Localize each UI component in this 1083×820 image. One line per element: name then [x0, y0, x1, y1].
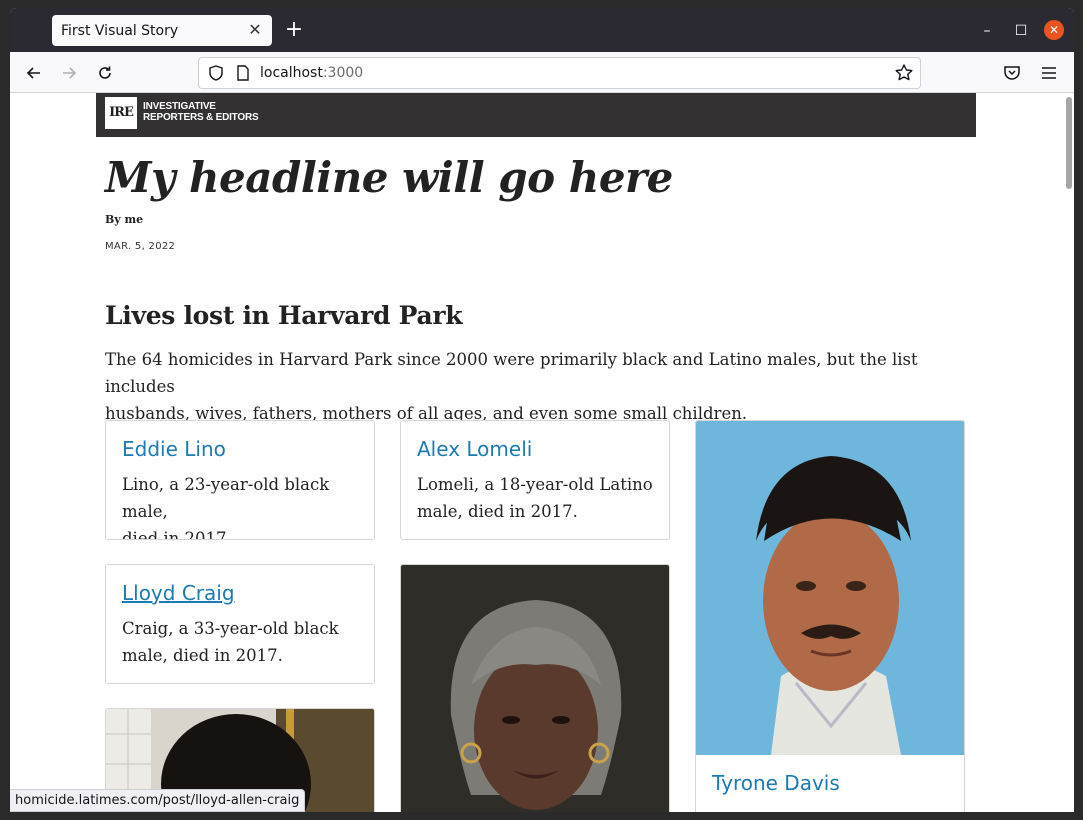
byline: By me [105, 213, 144, 226]
close-tab-icon[interactable]: ✕ [244, 19, 266, 41]
headline: My headline will go here [105, 153, 673, 202]
tab-strip: First Visual Story ✕ + – ☐ ✕ [10, 8, 1074, 52]
minimize-icon[interactable]: – [976, 20, 998, 42]
star-icon[interactable] [894, 63, 914, 83]
victim-name-link[interactable]: Eddie Lino [122, 437, 226, 461]
hamburger-menu-icon[interactable] [1040, 64, 1058, 82]
navigation-toolbar: localhost:3000 [10, 52, 1074, 93]
victim-photo[interactable] [401, 565, 670, 812]
url-host: localhost [260, 65, 323, 81]
pocket-icon[interactable] [1003, 64, 1021, 82]
window-close-icon[interactable]: ✕ [1044, 20, 1064, 40]
shield-icon[interactable] [207, 64, 225, 82]
org-name-line1: INVESTIGATIVE [143, 101, 216, 112]
org-name: INVESTIGATIVE REPORTERS & EDITORS [143, 101, 259, 123]
tab-title: First Visual Story [61, 23, 179, 39]
ire-logo[interactable]: IRE [105, 97, 137, 129]
victim-card: Lloyd Craig Craig, a 33-year-old black m… [105, 564, 375, 684]
victim-description: Lomeli, a 18-year-old Latino male, died … [417, 471, 657, 525]
url-text[interactable]: localhost:3000 [260, 65, 363, 81]
browser-window: First Visual Story ✕ + – ☐ ✕ localhost:3… [10, 8, 1074, 812]
victim-desc-line: male, died in 2017. [417, 502, 578, 521]
page-viewport[interactable]: IRE INVESTIGATIVE REPORTERS & EDITORS My… [10, 93, 1074, 812]
back-arrow-icon[interactable] [21, 60, 47, 86]
new-tab-icon[interactable]: + [282, 19, 306, 43]
victim-desc-line: male, died in 2017. [122, 646, 283, 665]
victim-name-link[interactable]: Lloyd Craig [122, 581, 235, 605]
victim-card: Tyrone Davis [695, 420, 965, 812]
forward-arrow-icon[interactable] [56, 60, 82, 86]
intro-paragraph: The 64 homicides in Harvard Park since 2… [105, 346, 935, 427]
victim-photo[interactable] [696, 421, 965, 755]
victim-desc-line: Craig, a 33-year-old black [122, 619, 339, 638]
reload-icon[interactable] [92, 60, 118, 86]
victim-desc-line: Lino, a 23-year-old black male, [122, 475, 330, 521]
tab-first-visual-story[interactable]: First Visual Story ✕ [52, 15, 272, 46]
victim-card: Alex Lomeli Lomeli, a 18-year-old Latino… [400, 420, 670, 540]
vertical-scrollbar[interactable] [1066, 97, 1072, 189]
publish-date: MAR. 5, 2022 [105, 241, 176, 252]
address-bar[interactable]: localhost:3000 [198, 57, 921, 89]
victim-description: Craig, a 33-year-old black male, died in… [122, 615, 362, 669]
page-icon[interactable] [235, 64, 251, 82]
victim-name-link[interactable]: Alex Lomeli [417, 437, 532, 461]
victim-description: Lino, a 23-year-old black male, died in … [122, 471, 362, 540]
url-port: :3000 [322, 65, 364, 81]
victim-desc-line: died in 2017. [122, 529, 232, 540]
section-title: Lives lost in Harvard Park [105, 301, 463, 330]
maximize-icon[interactable]: ☐ [1010, 20, 1032, 42]
intro-line: The 64 homicides in Harvard Park since 2… [105, 350, 918, 396]
victim-card: Eddie Lino Lino, a 23-year-old black mal… [105, 420, 375, 540]
link-status-bar: homicide.latimes.com/post/lloyd-allen-cr… [10, 789, 306, 812]
victim-desc-line: Lomeli, a 18-year-old Latino [417, 475, 653, 494]
org-name-line2: REPORTERS & EDITORS [143, 112, 259, 123]
victim-name-link[interactable]: Tyrone Davis [712, 771, 840, 795]
masthead-bar: IRE INVESTIGATIVE REPORTERS & EDITORS [96, 93, 976, 137]
victim-card [400, 564, 670, 812]
